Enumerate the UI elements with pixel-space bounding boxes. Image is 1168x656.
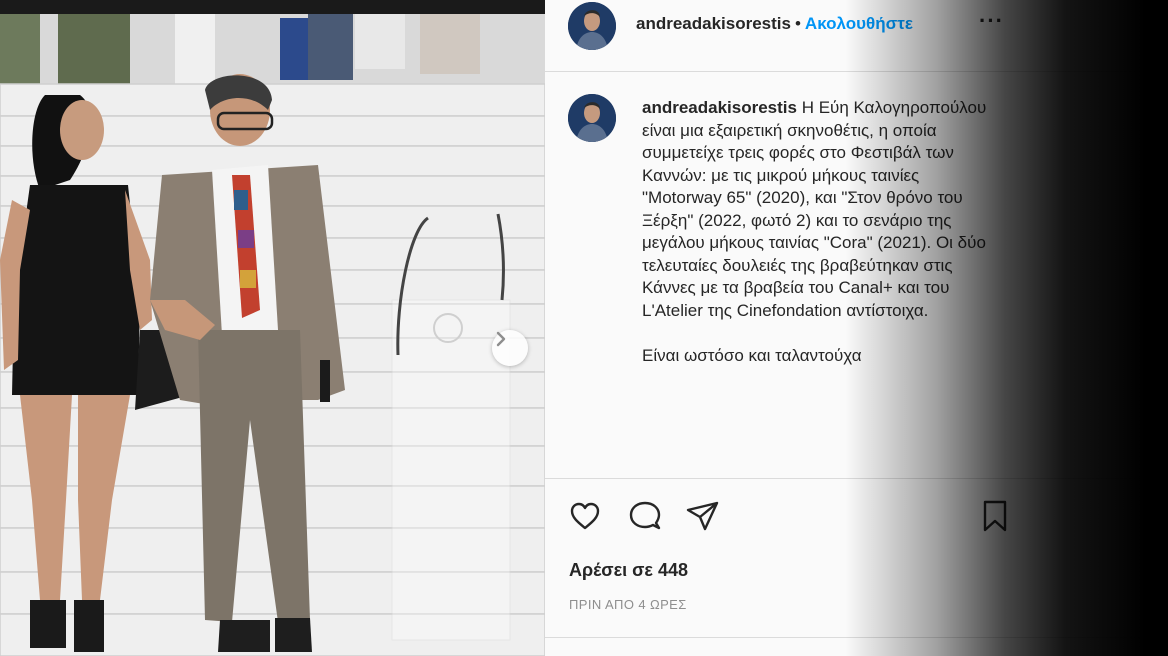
chevron-right-icon xyxy=(496,331,506,347)
profile-photo xyxy=(568,2,616,50)
follow-button[interactable]: Ακολουθήστε xyxy=(805,14,913,33)
post-panel: andreadakisorestis • Ακολουθήστε ··· andre… xyxy=(545,0,1168,656)
post-header: andreadakisorestis • Ακολουθήστε ··· xyxy=(545,0,1168,72)
bookmark-icon[interactable] xyxy=(977,498,1013,534)
separator-dot: • xyxy=(794,14,801,33)
post-photo xyxy=(0,0,545,656)
photo-image xyxy=(0,0,545,656)
profile-photo xyxy=(568,94,616,142)
carousel-next-button[interactable] xyxy=(492,330,528,366)
more-options-button[interactable]: ··· xyxy=(979,8,1004,34)
likes-count[interactable]: Αρέσει σε 448 xyxy=(569,560,688,581)
heart-icon[interactable] xyxy=(567,498,603,534)
comment-icon[interactable] xyxy=(627,498,663,534)
header-line: andreadakisorestis • Ακολουθήστε xyxy=(636,14,913,34)
post-timestamp[interactable]: ΠΡΙΝ ΑΠΟ 4 ΩΡΕΣ xyxy=(569,597,687,612)
divider xyxy=(545,478,1168,479)
post-caption: andreadakisorestis Η Εύη Καλογηροπούλου … xyxy=(642,97,1002,367)
username-link[interactable]: andreadakisorestis xyxy=(636,14,791,33)
paper-plane-icon[interactable] xyxy=(685,498,721,534)
caption-username-link[interactable]: andreadakisorestis xyxy=(642,98,797,117)
caption-avatar[interactable] xyxy=(568,94,616,142)
caption-text: Η Εύη Καλογηροπούλου είναι μια εξαιρετικ… xyxy=(642,98,987,365)
divider xyxy=(545,637,1168,638)
avatar[interactable] xyxy=(568,2,616,50)
